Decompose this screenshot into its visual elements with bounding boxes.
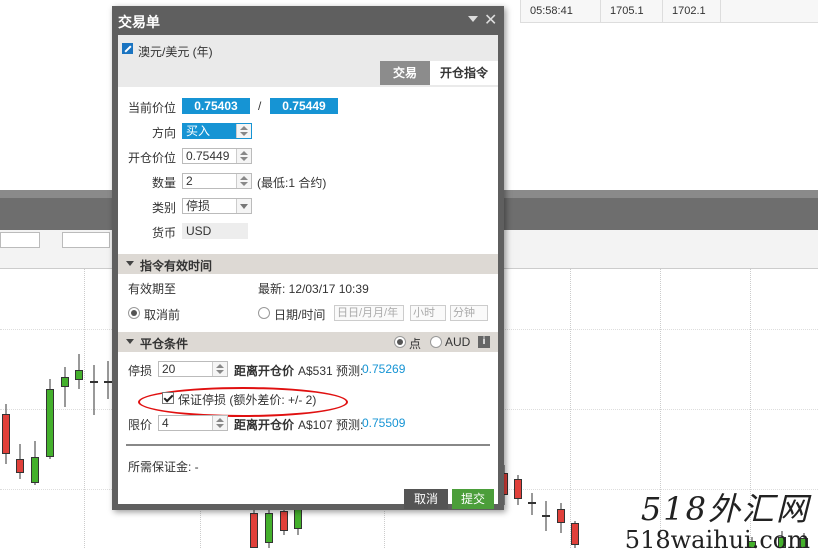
direction-stepper[interactable]: [236, 124, 251, 138]
quantity-stepper[interactable]: [236, 174, 251, 188]
quantity-label: 数量: [152, 176, 177, 190]
current-price-label: 当前价位: [128, 101, 177, 115]
candle: [104, 361, 112, 399]
instrument-name: 澳元/美元 (年): [138, 45, 213, 59]
type-label: 类别: [152, 201, 177, 215]
limit-amount: A$107 预测:: [298, 418, 364, 432]
minute-input[interactable]: 分钟: [450, 305, 488, 321]
limit-label: 限价: [128, 418, 153, 432]
chart-input-2[interactable]: [62, 232, 110, 248]
currency-value: USD: [182, 223, 248, 239]
stop-value: 20: [162, 362, 176, 376]
chart-input[interactable]: [0, 232, 40, 248]
ticker-ask: 1702.1: [672, 5, 706, 17]
tab-trade[interactable]: 交易: [380, 61, 430, 85]
stop-distance-label: 距离开仓价: [234, 364, 295, 378]
dialog-title: 交易单: [118, 14, 160, 30]
quantity-input[interactable]: 2: [182, 173, 252, 189]
unit-points-radio[interactable]: [394, 336, 406, 348]
submit-button[interactable]: 提交: [452, 489, 494, 509]
collapse-icon: [126, 339, 134, 344]
candle: [528, 493, 536, 515]
stop-input[interactable]: 20: [158, 361, 228, 377]
limit-distance-label: 距离开仓价: [234, 418, 295, 432]
candle: [542, 501, 550, 531]
open-price-stepper[interactable]: [236, 149, 251, 163]
close-conditions-header[interactable]: 平仓条件 点 AUD i: [118, 332, 498, 352]
dialog-titlebar[interactable]: 交易单 ✕: [112, 6, 504, 34]
unit-aud-radio[interactable]: [430, 336, 442, 348]
guarantee-stop-checkbox[interactable]: [162, 392, 174, 404]
limit-forecast: 0.75509: [362, 416, 406, 430]
candle: [90, 365, 98, 415]
open-price-label: 开仓价位: [128, 151, 177, 165]
validity-section-header[interactable]: 指令有效时间: [118, 254, 498, 274]
close-conditions-title: 平仓条件: [140, 337, 189, 351]
open-price-input[interactable]: 0.75449: [182, 148, 252, 164]
dialog-body: 澳元/美元 (年) 交易 开仓指令 当前价位 0.75403 / 0.75449…: [118, 35, 498, 509]
candle: [557, 503, 565, 533]
candle: [75, 354, 83, 389]
edit-icon[interactable]: [122, 43, 133, 54]
chevron-down-icon[interactable]: [236, 199, 251, 213]
validity-section-title: 指令有效时间: [140, 259, 213, 273]
candle: [265, 509, 273, 548]
valid-until-label: 有效期至: [128, 282, 177, 296]
stop-stepper[interactable]: [212, 362, 227, 376]
ticker-row: 05:58:41 1705.1 1702.1: [520, 0, 818, 23]
tab-open-order[interactable]: 开仓指令: [430, 61, 498, 85]
close-icon[interactable]: ✕: [484, 10, 497, 30]
unit-aud-label: AUD: [445, 335, 471, 349]
open-price-value: 0.75449: [186, 149, 230, 163]
currency-label: 货币: [152, 226, 177, 240]
candle: [2, 404, 10, 464]
direction-value: 买入: [186, 124, 211, 138]
date-input[interactable]: 日日/月月/年: [334, 305, 404, 321]
stop-label: 停损: [128, 364, 153, 378]
collapse-icon: [126, 261, 134, 266]
ticker-bid: 1705.1: [610, 5, 644, 17]
quantity-hint: (最低:1 合约): [257, 176, 327, 190]
info-icon[interactable]: i: [478, 336, 490, 348]
hour-input[interactable]: 小时: [410, 305, 446, 321]
watermark-url: 518waihui.com: [624, 526, 810, 554]
watermark-title: 518外汇网: [640, 490, 810, 528]
unit-points-label: 点: [409, 337, 422, 351]
datetime-label: 日期/时间: [274, 308, 326, 322]
datetime-radio[interactable]: [258, 307, 270, 319]
until-cancel-label: 取消前: [144, 308, 181, 322]
candle: [31, 441, 39, 485]
limit-value: 4: [162, 416, 169, 430]
type-select[interactable]: 停损: [182, 198, 252, 214]
minimize-icon[interactable]: [468, 16, 478, 22]
limit-input[interactable]: 4: [158, 415, 228, 431]
ask-price[interactable]: 0.75449: [270, 98, 338, 114]
limit-stepper[interactable]: [212, 416, 227, 430]
price-separator: /: [258, 99, 262, 113]
dialog-header: 澳元/美元 (年) 交易 开仓指令: [118, 35, 498, 87]
type-value: 停损: [186, 199, 211, 213]
divider: [126, 444, 490, 446]
ticker-time: 05:58:41: [530, 5, 573, 17]
candle: [16, 444, 24, 479]
direction-select[interactable]: 买入: [182, 123, 252, 139]
candle: [571, 521, 579, 548]
bid-price[interactable]: 0.75403: [182, 98, 250, 114]
candle: [250, 507, 258, 548]
candle: [514, 475, 522, 505]
stop-amount: A$531 预测:: [298, 364, 364, 378]
margin-required: 所需保证金: -: [128, 460, 199, 474]
quantity-value: 2: [186, 174, 193, 188]
stop-forecast: 0.75269: [362, 362, 406, 376]
guarantee-stop-label: 保证停损 (额外差价: +/- 2): [178, 393, 317, 407]
watermark: 518外汇网 518waihui.com: [625, 484, 810, 554]
until-cancel-radio[interactable]: [128, 307, 140, 319]
direction-label: 方向: [152, 126, 177, 140]
cancel-button[interactable]: 取消: [404, 489, 448, 509]
candle: [46, 379, 54, 459]
order-dialog: 交易单 ✕ 澳元/美元 (年) 交易 开仓指令 当前价位 0.75403 / 0…: [112, 6, 504, 510]
latest-time: 最新: 12/03/17 10:39: [258, 282, 369, 296]
candle: [61, 367, 69, 407]
